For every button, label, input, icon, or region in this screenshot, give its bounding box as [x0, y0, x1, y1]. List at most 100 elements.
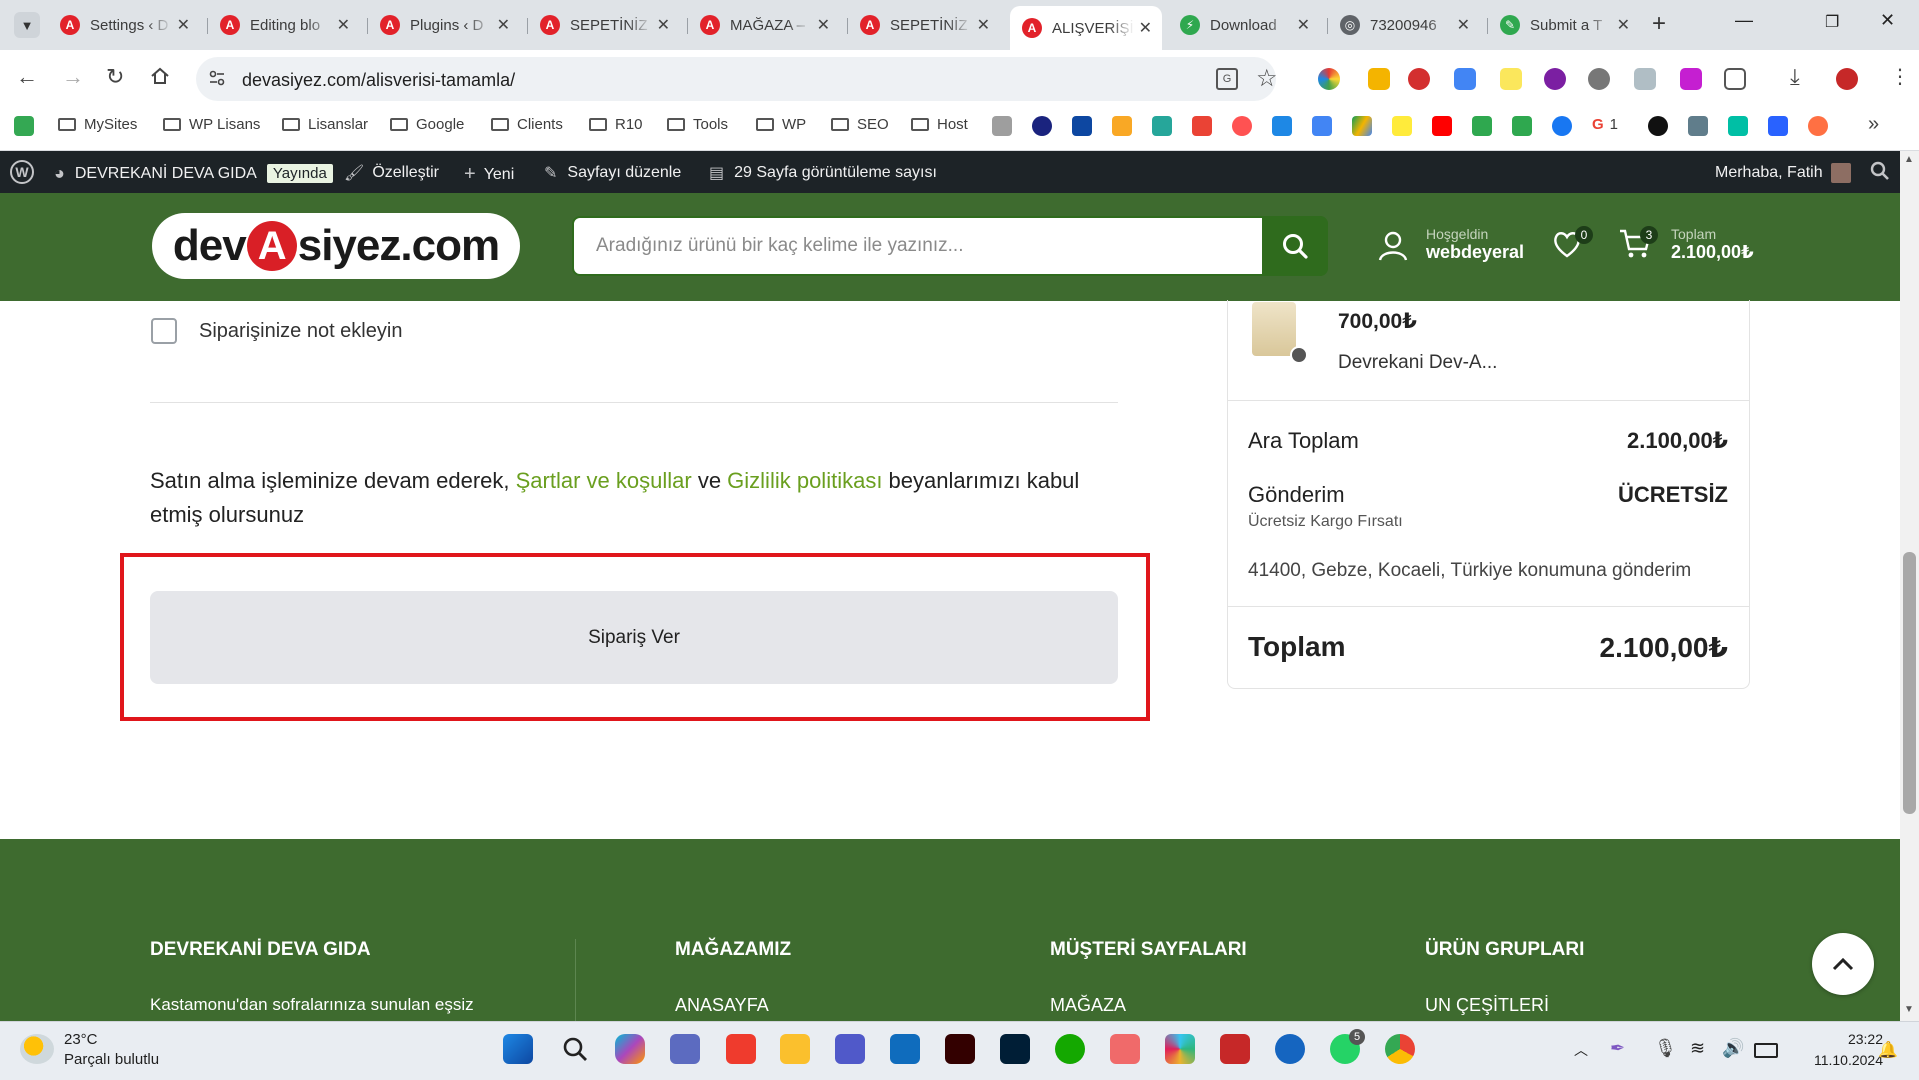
notification-bell-icon[interactable]: 🔔	[1878, 1040, 1898, 1060]
extension-ring-icon[interactable]	[1544, 68, 1566, 90]
site-search-button[interactable]	[1262, 216, 1328, 276]
restore-button[interactable]: ❐	[1825, 12, 1839, 32]
footer-link-home[interactable]: ANASAYFA	[675, 995, 769, 1016]
close-icon[interactable]: ✕	[337, 15, 350, 35]
close-window-button[interactable]: ✕	[1880, 10, 1895, 31]
facebook-icon[interactable]	[1552, 116, 1572, 136]
bookmark-folder-r10[interactable]: R10	[589, 116, 643, 133]
bookmark-folder-wp-lisans[interactable]: WP Lisans	[163, 116, 260, 133]
file-explorer-icon[interactable]	[780, 1034, 810, 1064]
profile-avatar[interactable]	[1836, 68, 1858, 90]
bookmark-puzzle-icon[interactable]	[1688, 116, 1708, 136]
wp-page-views-link[interactable]: ▤ 29 Sayfa görüntüleme sayısı	[709, 163, 937, 183]
chrome-icon[interactable]	[1385, 1034, 1415, 1064]
bookmark-blue-doc-icon[interactable]	[1768, 116, 1788, 136]
bookmark-folder-lisanslar[interactable]: Lisanslar	[282, 116, 368, 133]
bookmark-mail-icon[interactable]	[1112, 116, 1132, 136]
battery-icon[interactable]	[1754, 1043, 1778, 1058]
extension-download-purple-icon[interactable]	[1680, 68, 1702, 90]
bookmark-shield-icon[interactable]	[1072, 116, 1092, 136]
gmail-icon[interactable]	[1192, 116, 1212, 136]
tab-settings[interactable]: A Settings ‹ D ✕	[48, 8, 200, 42]
site-logo[interactable]: dev Asiyez.com	[152, 213, 520, 279]
tab-search-button[interactable]: ▼	[14, 12, 40, 38]
c-app-icon[interactable]	[1275, 1034, 1305, 1064]
tab-alisverisi-active[interactable]: A ALIŞVERİŞİ ✕	[1010, 6, 1162, 50]
translate-icon[interactable]: G	[1216, 68, 1238, 90]
bookmark-folder-seo[interactable]: SEO	[831, 116, 889, 133]
youtube-icon[interactable]	[1432, 116, 1452, 136]
close-icon[interactable]: ✕	[657, 15, 670, 35]
wp-new-link[interactable]: + Yeni	[464, 163, 514, 186]
weather-icon[interactable]	[20, 1034, 54, 1064]
slack-icon[interactable]	[1165, 1034, 1195, 1064]
upwork-taskbar-icon[interactable]	[1055, 1034, 1085, 1064]
account-link[interactable]: Hoşgeldin webdeyeral	[1376, 226, 1524, 263]
bookmark-google-1[interactable]: G1	[1592, 116, 1618, 133]
screen-recorder-icon[interactable]	[1220, 1034, 1250, 1064]
search-icon[interactable]	[560, 1034, 590, 1064]
scroll-up-arrow[interactable]: ▲	[1904, 154, 1914, 165]
wp-search-icon[interactable]	[1870, 161, 1890, 186]
wifi-icon[interactable]: ≋	[1690, 1038, 1705, 1059]
star-icon[interactable]: ☆	[1256, 64, 1278, 93]
extension-color-icon[interactable]	[1318, 68, 1340, 90]
bookmark-folder-tools[interactable]: Tools	[667, 116, 728, 133]
tab-73200946[interactable]: ◎ 73200946 ✕	[1328, 8, 1480, 42]
teams-icon[interactable]	[835, 1034, 865, 1064]
tab-sepetiniz-2[interactable]: A SEPETİNİZ ✕	[848, 8, 1000, 42]
tab-sepetiniz-1[interactable]: A SEPETİNİZ ✕	[528, 8, 680, 42]
extension-w-icon[interactable]	[1588, 68, 1610, 90]
anydesk-icon[interactable]	[726, 1034, 756, 1064]
tab-magaza[interactable]: A MAĞAZA – ✕	[688, 8, 840, 42]
bookmark-folder-google[interactable]: Google	[390, 116, 464, 133]
extension-shield-icon[interactable]	[1634, 68, 1656, 90]
url-text[interactable]: devasiyez.com/alisverisi-tamamla/	[242, 70, 515, 91]
bookmark-green-lightning-icon[interactable]	[1472, 116, 1492, 136]
tab-plugins[interactable]: A Plugins ‹ D ✕	[368, 8, 520, 42]
bookmark-s-icon[interactable]	[1392, 116, 1412, 136]
privacy-link[interactable]: Gizlilik politikası	[727, 468, 882, 493]
close-icon[interactable]: ✕	[1139, 18, 1152, 38]
outlook-icon[interactable]	[890, 1034, 920, 1064]
wp-site-menu[interactable]: ◕ DEVREKANİ DEVA GIDA Yayında	[54, 163, 333, 184]
close-icon[interactable]: ✕	[177, 15, 190, 35]
cart-total[interactable]: Toplam 2.100,00₺	[1671, 226, 1754, 263]
bookmark-circle-icon[interactable]	[1032, 116, 1052, 136]
scroll-down-arrow[interactable]: ▼	[1904, 1004, 1914, 1015]
menu-kebab-icon[interactable]: ⋮	[1890, 64, 1910, 89]
place-order-button[interactable]: Sipariş Ver	[150, 591, 1118, 684]
close-icon[interactable]: ✕	[1457, 15, 1470, 35]
bookmark-blue-box-icon[interactable]	[1272, 116, 1292, 136]
pen-icon[interactable]: ✒	[1610, 1038, 1625, 1059]
add-note-checkbox[interactable]	[151, 318, 177, 344]
wp-customize-link[interactable]: 🖌 Özelleştir	[344, 163, 439, 183]
bookmark-folder-mysites[interactable]: MySites	[58, 116, 137, 133]
bookmark-v-icon[interactable]	[1728, 116, 1748, 136]
bookmarks-overflow-icon[interactable]: »	[1868, 113, 1879, 136]
close-icon[interactable]: ✕	[1297, 15, 1310, 35]
footer-link-flour[interactable]: UN ÇEŞİTLERİ	[1425, 995, 1549, 1016]
scrollbar-thumb[interactable]	[1903, 552, 1916, 814]
tab-editing[interactable]: A Editing blo ✕	[208, 8, 360, 42]
bookmark-image-icon[interactable]	[992, 116, 1012, 136]
new-tab-button[interactable]: +	[1652, 10, 1666, 38]
site-search-input[interactable]	[594, 234, 1238, 258]
bookmark-green-lightning-2-icon[interactable]	[1512, 116, 1532, 136]
bookmark-chart-icon[interactable]	[1152, 116, 1172, 136]
close-icon[interactable]: ✕	[817, 15, 830, 35]
minimize-button[interactable]: —	[1735, 10, 1753, 31]
tab-download[interactable]: ⚡ Download ✕	[1168, 8, 1320, 42]
bookmark-orange-icon[interactable]	[1808, 116, 1828, 136]
asana-icon[interactable]	[1110, 1034, 1140, 1064]
upwork-icon[interactable]	[1648, 116, 1668, 136]
terms-link[interactable]: Şartlar ve koşullar	[516, 468, 692, 493]
home-icon[interactable]	[150, 66, 170, 92]
bookmark-folder-clients[interactable]: Clients	[491, 116, 563, 133]
weather-description[interactable]: Parçalı bulutlu	[64, 1051, 159, 1068]
windows-start-icon[interactable]	[503, 1034, 533, 1064]
scroll-to-top-button[interactable]	[1812, 933, 1874, 995]
yandex-icon[interactable]	[1232, 116, 1252, 136]
show-hidden-icons-chevron-icon[interactable]: ︿	[1574, 1040, 1588, 1060]
clock-date[interactable]: 11.10.2024	[1814, 1052, 1883, 1068]
